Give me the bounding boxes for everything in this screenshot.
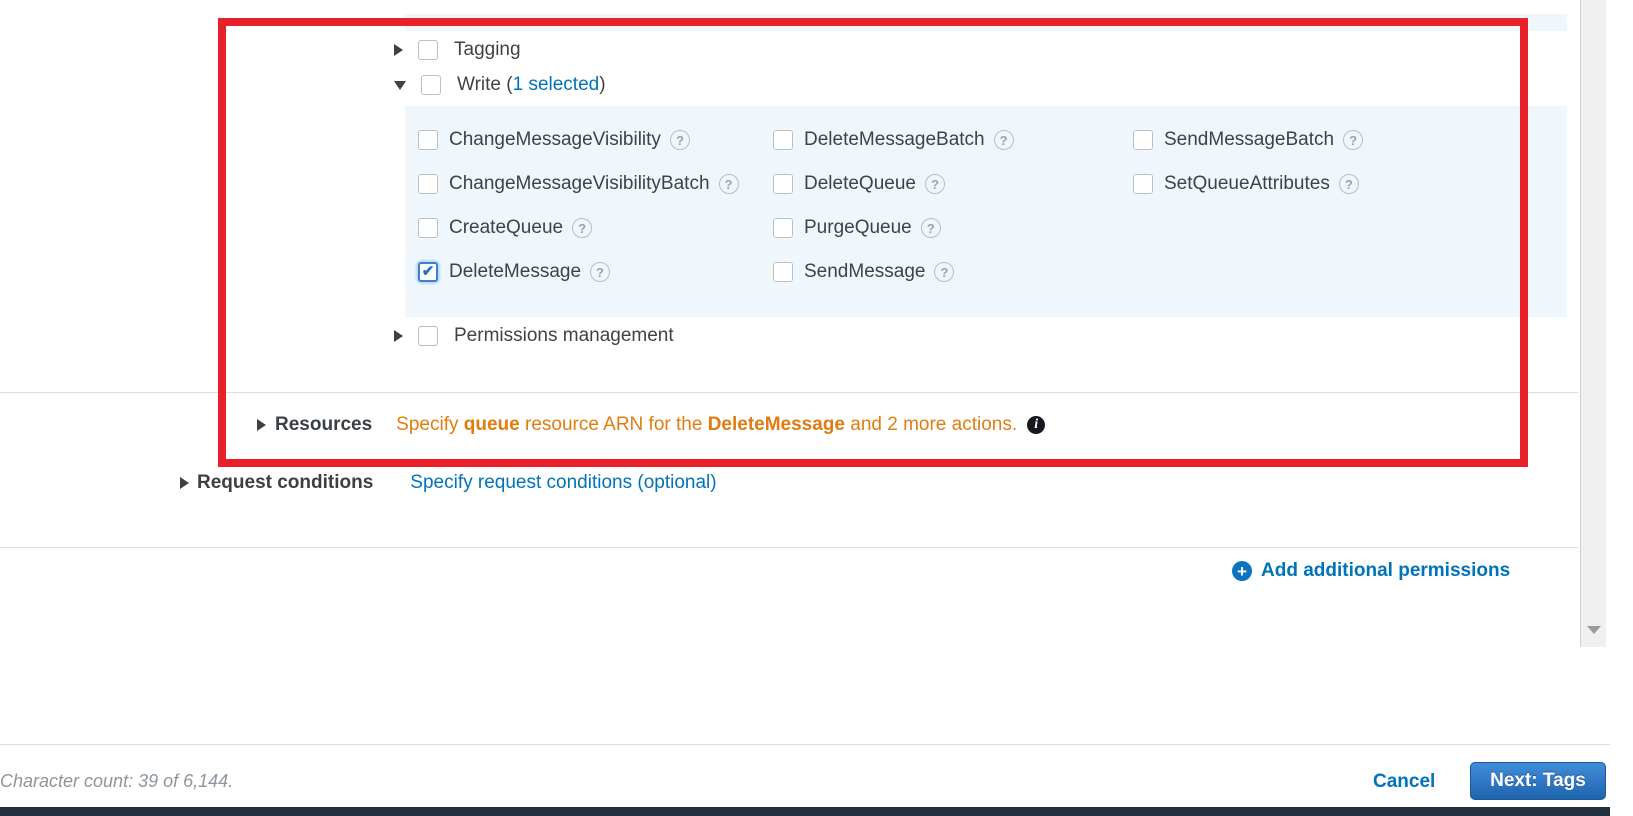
expand-collapsed-icon[interactable] (257, 419, 266, 431)
resources-hint-post: and 2 more actions. (844, 414, 1018, 435)
action-label: SendMessage (804, 261, 926, 282)
iam-visual-editor-page: Tagging Write (1 selected) ChangeMessage… (0, 0, 1633, 816)
action-item-purgequeue[interactable]: PurgeQueue ? (773, 206, 1014, 250)
expand-open-icon[interactable] (394, 80, 406, 90)
action-label: ChangeMessageVisibility (449, 129, 661, 150)
info-icon[interactable]: i (1027, 416, 1046, 434)
write-label-suffix: ) (599, 74, 606, 95)
write-actions-panel: ChangeMessageVisibility ? ChangeMessageV… (405, 106, 1567, 317)
character-count-status: Character count: 39 of 6,144. (0, 771, 234, 791)
help-question-icon[interactable]: ? (590, 262, 611, 282)
vertical-scrollbar[interactable] (1580, 0, 1606, 647)
action-label: CreateQueue (449, 217, 564, 238)
help-question-icon[interactable]: ? (572, 218, 593, 238)
action-item-createqueue[interactable]: CreateQueue ? (418, 206, 739, 250)
request-conditions-label: Request conditions (197, 472, 374, 493)
section-divider (0, 392, 1578, 393)
action-checkbox[interactable] (773, 262, 793, 282)
resources-hint-pre: Specify (396, 414, 464, 435)
resources-label: Resources (275, 414, 373, 435)
action-checkbox-checked[interactable] (418, 262, 438, 282)
permissions-management-checkbox[interactable] (418, 326, 438, 346)
action-checkbox[interactable] (418, 218, 438, 238)
write-selected-count-link[interactable]: 1 selected (513, 74, 600, 95)
previous-actions-panel-sliver (405, 14, 1567, 31)
action-checkbox[interactable] (418, 174, 438, 194)
action-checkbox[interactable] (773, 130, 793, 150)
write-actions-column-1: ChangeMessageVisibility ? ChangeMessageV… (418, 118, 739, 294)
write-actions-column-3: SendMessageBatch ? SetQueueAttributes ? (1133, 118, 1364, 206)
help-question-icon[interactable]: ? (1338, 174, 1359, 194)
resources-hint-action: DeleteMessage (707, 414, 845, 435)
action-item-changemessagevisibilitybatch[interactable]: ChangeMessageVisibilityBatch ? (418, 162, 739, 206)
expand-collapsed-icon[interactable] (180, 477, 189, 489)
action-checkbox[interactable] (773, 174, 793, 194)
write-label-prefix: Write ( (457, 74, 513, 95)
help-question-icon[interactable]: ? (1343, 130, 1364, 150)
console-footer-bar (0, 807, 1610, 816)
action-item-setqueueattributes[interactable]: SetQueueAttributes ? (1133, 162, 1363, 206)
next-tags-button[interactable]: Next: Tags (1470, 762, 1606, 800)
action-label: DeleteMessageBatch (804, 129, 985, 150)
expand-collapsed-icon[interactable] (394, 330, 403, 342)
action-label: PurgeQueue (804, 217, 912, 238)
resources-hint-queue: queue (463, 414, 520, 435)
write-label: Write (1 selected) (457, 74, 606, 96)
resources-hint-mid: resource ARN for the (519, 414, 708, 435)
action-item-sendmessage[interactable]: SendMessage ? (773, 250, 1014, 294)
help-question-icon[interactable]: ? (993, 130, 1014, 150)
action-item-deletequeue[interactable]: DeleteQueue ? (773, 162, 1014, 206)
action-item-sendmessagebatch[interactable]: SendMessageBatch ? (1133, 118, 1364, 162)
expand-collapsed-icon[interactable] (394, 44, 403, 56)
action-checkbox[interactable] (1133, 130, 1153, 150)
action-item-changemessagevisibility[interactable]: ChangeMessageVisibility ? (418, 118, 739, 162)
help-question-icon[interactable]: ? (718, 174, 739, 194)
cancel-button[interactable]: Cancel (1373, 771, 1435, 793)
action-checkbox[interactable] (418, 130, 438, 150)
action-label: SendMessageBatch (1164, 129, 1335, 150)
access-level-row-write: Write (1 selected) (394, 71, 606, 99)
tagging-checkbox[interactable] (418, 40, 438, 60)
action-label: DeleteQueue (804, 173, 916, 194)
action-checkbox[interactable] (773, 218, 793, 238)
help-question-icon[interactable]: ? (669, 130, 690, 150)
action-label: ChangeMessageVisibilityBatch (449, 173, 710, 194)
help-question-icon[interactable]: ? (934, 262, 955, 282)
action-label: SetQueueAttributes (1164, 173, 1330, 194)
action-item-deletemessage[interactable]: DeleteMessage ? (418, 250, 739, 294)
write-checkbox[interactable] (421, 75, 441, 95)
specify-request-conditions-link[interactable]: Specify request conditions (optional) (410, 472, 716, 494)
access-level-row-tagging: Tagging (394, 36, 521, 64)
action-item-deletemessagebatch[interactable]: DeleteMessageBatch ? (773, 118, 1014, 162)
request-conditions-section-row: Request conditions Specify request condi… (180, 468, 717, 498)
action-checkbox[interactable] (1133, 174, 1153, 194)
footer-divider (0, 744, 1610, 745)
access-level-row-permissions-management: Permissions management (394, 322, 674, 350)
plus-circle-icon[interactable]: + (1232, 561, 1252, 581)
write-actions-column-2: DeleteMessageBatch ? DeleteQueue ? Purge… (773, 118, 1014, 294)
add-additional-permissions-button[interactable]: + Add additional permissions (1232, 556, 1510, 586)
tagging-label: Tagging (454, 39, 521, 60)
help-question-icon[interactable]: ? (920, 218, 941, 238)
resources-section-row: Resources Specify queue resource ARN for… (257, 408, 1046, 442)
add-additional-permissions-label: Add additional permissions (1261, 560, 1511, 581)
section-divider (0, 547, 1578, 548)
scroll-down-arrow-icon[interactable] (1587, 626, 1601, 634)
action-label: DeleteMessage (449, 261, 582, 282)
permissions-management-label: Permissions management (454, 325, 674, 346)
help-question-icon[interactable]: ? (924, 174, 945, 194)
resources-warning-text[interactable]: Specify queue resource ARN for the Delet… (396, 414, 1017, 436)
